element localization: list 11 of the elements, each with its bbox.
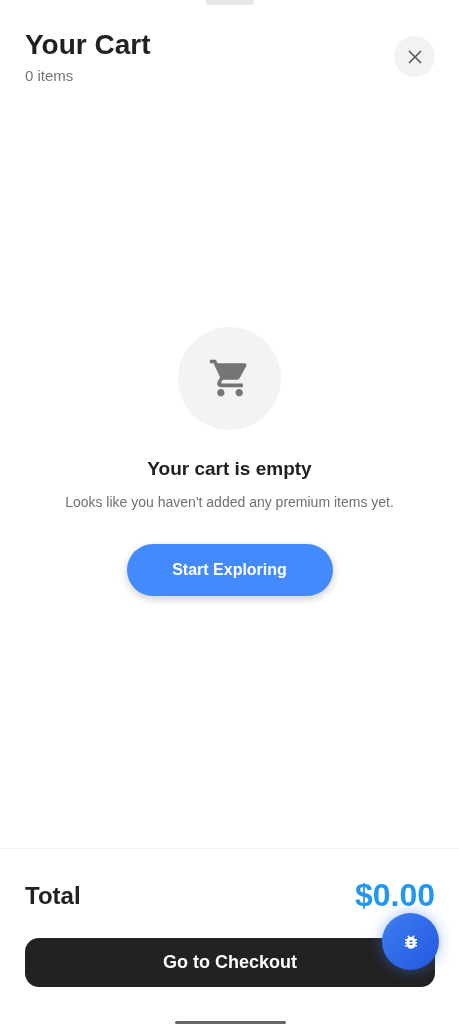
total-label: Total: [25, 881, 81, 910]
empty-title: Your cart is empty: [147, 457, 312, 480]
debug-button[interactable]: [382, 913, 439, 970]
cart-title: Your Cart: [25, 29, 151, 61]
close-icon: [407, 49, 422, 64]
close-button[interactable]: [394, 36, 435, 77]
total-value: $0.00: [354, 877, 435, 914]
checkout-button[interactable]: Go to Checkout: [25, 938, 435, 987]
item-count: 0 items: [25, 67, 75, 84]
empty-message: Looks like you haven't added any premium items yet.: [65, 493, 394, 510]
home-indicator[interactable]: [174, 1020, 286, 1024]
